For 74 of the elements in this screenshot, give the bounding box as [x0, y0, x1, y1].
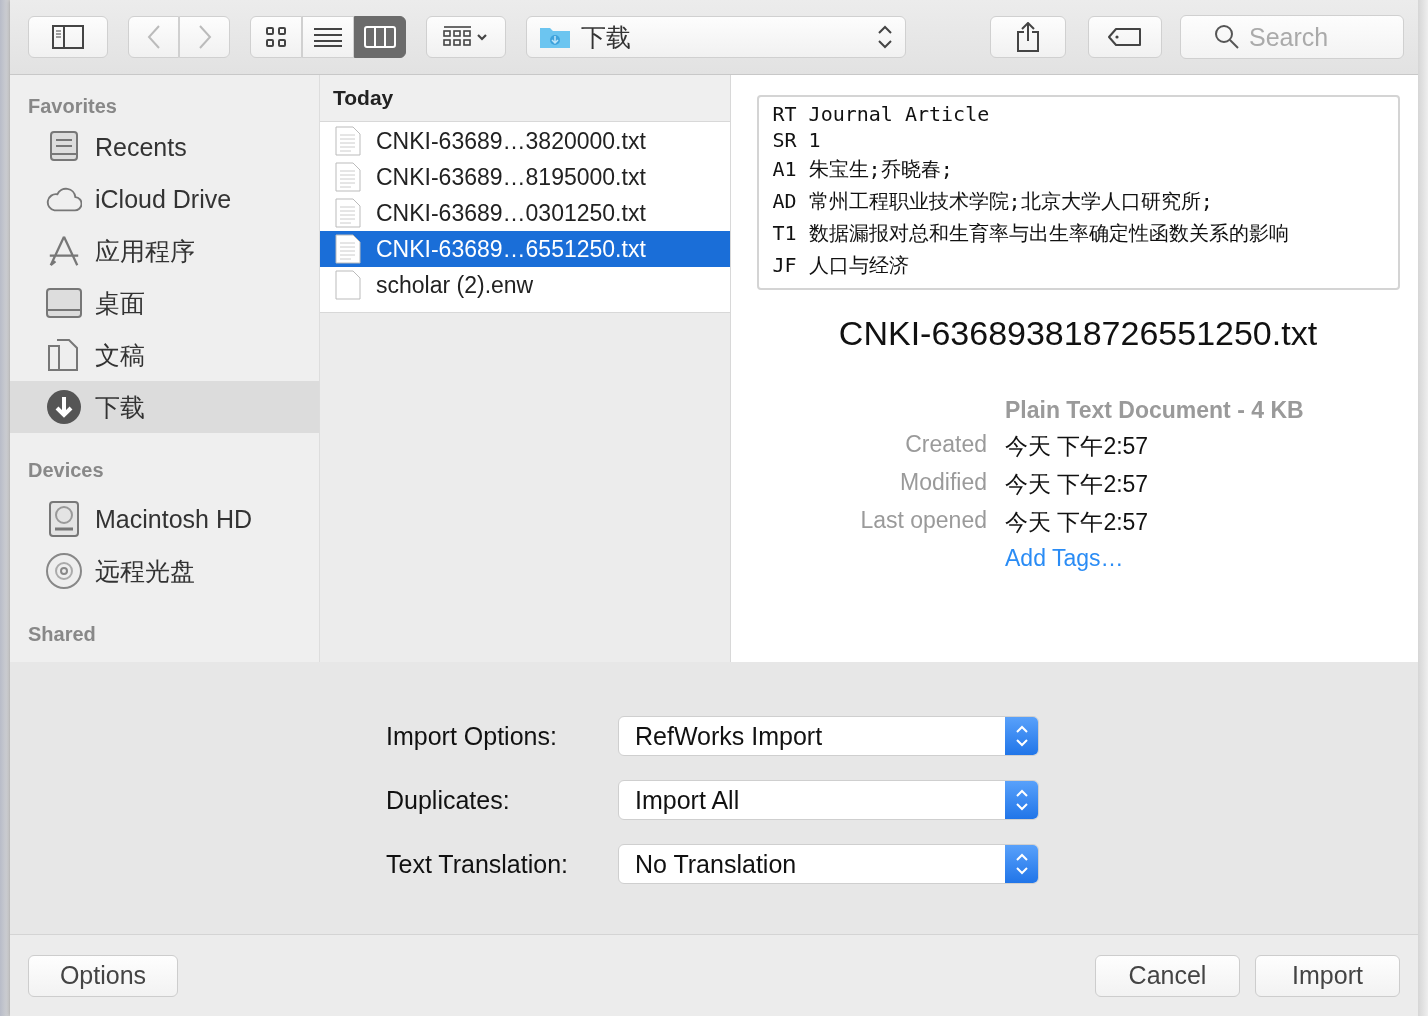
- file-row[interactable]: CNKI-63689…8195000.txt: [320, 159, 730, 195]
- documents-icon: [47, 338, 81, 372]
- cancel-button[interactable]: Cancel: [1095, 954, 1240, 997]
- sidebar-toggle-button[interactable]: [28, 16, 108, 58]
- option-label: Text Translation:: [386, 849, 570, 879]
- recents-icon: [47, 130, 81, 164]
- chevron-left-icon: [146, 24, 161, 50]
- preview-line: SR 1: [772, 127, 822, 153]
- chevron-updown-icon: [877, 24, 893, 50]
- tag-button[interactable]: [1088, 16, 1162, 58]
- sidebar-item[interactable]: 文稿: [10, 329, 319, 381]
- column-view-button[interactable]: [354, 16, 406, 58]
- file-row[interactable]: scholar (2).enw: [320, 267, 730, 303]
- preview-line: A1 朱宝生;乔晓春;: [772, 156, 954, 183]
- preview-line: RT Journal Article: [772, 101, 991, 127]
- search-icon: [1214, 24, 1240, 50]
- sidebar-item[interactable]: 远程光盘: [10, 545, 319, 597]
- info-value: 今天 下午2:57: [1005, 432, 1150, 461]
- info-value: 今天 下午2:57: [1005, 508, 1150, 537]
- path-popup[interactable]: 下载: [526, 16, 906, 58]
- icon-view-button[interactable]: [250, 16, 302, 58]
- sidebar-item[interactable]: Recents: [10, 121, 319, 173]
- info-label: Last opened: [859, 507, 987, 535]
- sidebar-item[interactable]: 应用程序: [10, 225, 319, 277]
- sidebar-section-heading: Devices: [27, 458, 105, 483]
- file-name: CNKI-636893818726551250.txt: [838, 314, 1318, 353]
- disc-icon: [46, 553, 82, 589]
- desktop-icon: [46, 288, 82, 318]
- arrange-icon: [443, 25, 489, 49]
- text-document-icon: [335, 198, 361, 228]
- search-field[interactable]: Search: [1180, 15, 1404, 59]
- option-popup[interactable]: RefWorks Import: [618, 716, 1039, 756]
- stepper-icon: [1005, 717, 1038, 755]
- preview-line: JF 人口与经济: [772, 252, 910, 279]
- option-popup[interactable]: Import All: [618, 780, 1039, 820]
- info-value: 今天 下午2:57: [1005, 470, 1150, 499]
- stepper-icon: [1005, 845, 1038, 883]
- folder-icon: [539, 25, 571, 49]
- list-icon: [314, 27, 342, 47]
- file-row[interactable]: CNKI-63689…6551250.txt: [320, 231, 730, 267]
- list-view-button[interactable]: [302, 16, 354, 58]
- file-kind-size: Plain Text Document - 4 KB: [1005, 397, 1305, 424]
- import-button[interactable]: Import: [1255, 954, 1400, 997]
- option-label: Import Options:: [386, 721, 558, 751]
- sidebar-icon: [52, 25, 84, 49]
- preview-line: T1 数据漏报对总和生育率与出生率确定性函数关系的影响: [772, 220, 1290, 247]
- file-row[interactable]: CNKI-63689…0301250.txt: [320, 195, 730, 231]
- share-icon: [1016, 22, 1040, 52]
- file-row[interactable]: CNKI-63689…3820000.txt: [320, 123, 730, 159]
- option-label: Duplicates:: [386, 785, 511, 815]
- share-button[interactable]: [990, 16, 1066, 58]
- sidebar-item[interactable]: 桌面: [10, 277, 319, 329]
- blank-document-icon: [335, 270, 361, 300]
- sidebar-section-heading: Shared: [27, 622, 97, 647]
- arrange-button[interactable]: [426, 16, 506, 58]
- tag-icon: [1107, 27, 1143, 47]
- sidebar-item[interactable]: 下载: [10, 381, 319, 433]
- sidebar-item[interactable]: Macintosh HD: [10, 493, 319, 545]
- option-popup[interactable]: No Translation: [618, 844, 1039, 884]
- info-label: Created: [904, 431, 987, 459]
- columns-icon: [364, 26, 396, 48]
- text-document-icon: [335, 234, 361, 264]
- download-icon: [46, 389, 82, 425]
- text-document-icon: [335, 126, 361, 156]
- chevron-right-icon: [197, 24, 212, 50]
- stepper-icon: [1005, 781, 1038, 819]
- sidebar-section-heading: Favorites: [27, 94, 118, 119]
- text-document-icon: [335, 162, 361, 192]
- grid-icon: [265, 26, 287, 48]
- preview-line: AD 常州工程职业技术学院;北京大学人口研究所;: [772, 188, 1214, 215]
- cloud-icon: [46, 185, 82, 213]
- sidebar-item[interactable]: iCloud Drive: [10, 173, 319, 225]
- info-label: Modified: [899, 469, 987, 497]
- options-button[interactable]: Options: [28, 954, 178, 997]
